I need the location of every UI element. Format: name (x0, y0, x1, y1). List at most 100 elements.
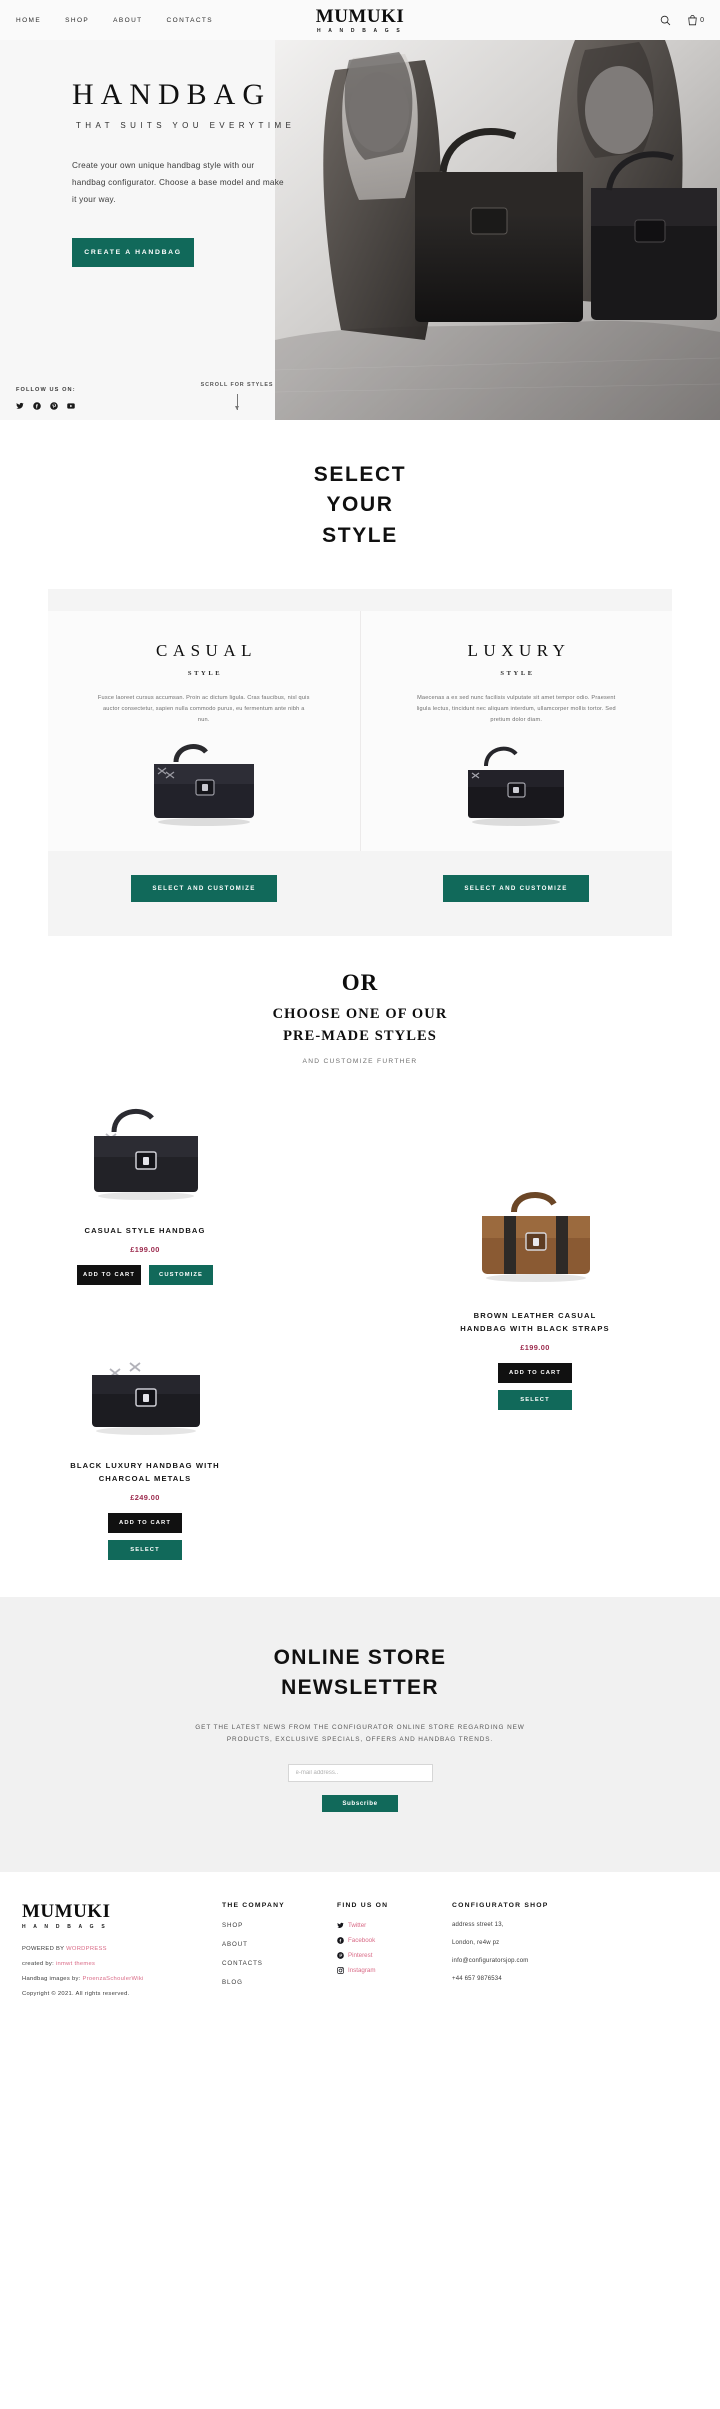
search-icon[interactable] (660, 15, 671, 26)
product-image-black-luxury (5, 1334, 285, 1444)
facebook-icon[interactable] (33, 402, 41, 410)
footer-company-links: SHOP ABOUT CONTACTS BLOG (222, 1922, 337, 1986)
product-image-brown (410, 1184, 660, 1294)
style-card-casual-text: Fusce laoreet cursus accumsan. Proin ac … (97, 695, 310, 724)
select-style-heading-line1: SELECT (313, 463, 407, 486)
header-actions: 0 (660, 14, 704, 26)
nav-item-contacts[interactable]: CONTACTS (167, 17, 213, 24)
select-button-brown[interactable]: SELECT (498, 1389, 572, 1410)
footer-twitter-link[interactable]: Twitter (337, 1922, 452, 1929)
footer-instagram-label: Instagram (348, 1967, 376, 1975)
product-actions-brown: ADD TO CART SELECT (410, 1362, 660, 1410)
cart-count: 0 (700, 16, 704, 24)
site-footer: MUMUKI H A N D B A G S POWERED BY WORDPR… (0, 1872, 720, 2025)
product-card-casual-style-handbag[interactable]: CASUAL STYLE HANDBAG £199.00 ADD TO CART… (0, 1099, 290, 1285)
premade-section-heading: OR CHOOSE ONE OF OUR PRE-MADE STYLES AND… (0, 970, 720, 1065)
cart-icon[interactable]: 0 (687, 14, 704, 26)
or-label: OR (341, 970, 379, 996)
site-logo[interactable]: MUMUKI H A N D B A G S (316, 7, 404, 34)
style-card-casual-title: CASUAL (155, 641, 257, 661)
premade-subheading: AND CUSTOMIZE FURTHER (302, 1057, 418, 1065)
style-cards-row: CASUAL STYLE Fusce laoreet cursus accums… (48, 611, 673, 852)
product-name-brown-line2: HANDBAG WITH BLACK STRAPS (460, 1323, 610, 1333)
style-card-casual-subtitle: STYLE (187, 670, 223, 678)
footer-shop-column: CONFIGURATOR SHOP address street 13, Lon… (452, 1902, 632, 2006)
newsletter-subscribe-button[interactable]: Subscribe (322, 1795, 398, 1813)
footer-company-column: THE COMPANY SHOP ABOUT CONTACTS BLOG (222, 1902, 337, 2006)
premade-heading-line1: CHOOSE ONE OF OUR (272, 1006, 448, 1023)
style-card-casual[interactable]: CASUAL STYLE Fusce laoreet cursus accums… (48, 611, 360, 852)
product-card-brown-leather[interactable]: BROWN LEATHER CASUAL HANDBAG WITH BLACK … (410, 1184, 660, 1410)
newsletter-email-input[interactable] (287, 1764, 433, 1783)
nav-item-shop[interactable]: SHOP (65, 17, 89, 24)
premade-heading: CHOOSE ONE OF OUR PRE-MADE STYLES (0, 1004, 720, 1048)
style-cards-cta-row: SELECT AND CUSTOMIZE SELECT AND CUSTOMIZ… (48, 851, 672, 937)
footer-social-links: Twitter Facebook Pinterest Instagram (337, 1922, 452, 1974)
product-name-brown: BROWN LEATHER CASUAL HANDBAG WITH BLACK … (410, 1310, 660, 1336)
youtube-icon[interactable] (67, 402, 75, 410)
footer-logo-text: MUMUKI (22, 1901, 111, 1923)
footer-shop-heading: CONFIGURATOR SHOP (452, 1902, 549, 1910)
footer-link-blog[interactable]: BLOG (222, 1979, 337, 1986)
newsletter-title: ONLINE STORE NEWSLETTER (0, 1643, 720, 1704)
customize-button-casual[interactable]: CUSTOMIZE (149, 1264, 213, 1285)
select-style-heading-line2: YOUR (326, 493, 394, 517)
product-name-black-luxury-line2: CHARCOAL METALS (98, 1473, 192, 1483)
footer-phone: +44 657 9876534 (452, 1976, 502, 1983)
style-card-luxury-image (361, 740, 673, 832)
scroll-arrow-icon (234, 394, 239, 410)
footer-created-prefix: created by: (22, 1961, 56, 1968)
select-customize-casual-button[interactable]: SELECT AND CUSTOMIZE (131, 875, 277, 903)
premade-heading-line2: PRE-MADE STYLES (283, 1028, 437, 1045)
select-customize-luxury-button[interactable]: SELECT AND CUSTOMIZE (443, 875, 589, 903)
select-style-section: SELECT YOUR STYLE CASUAL STYLE Fusce lao… (0, 420, 720, 937)
footer-wordpress-link[interactable]: WORDPRESS (66, 1946, 107, 1952)
style-card-luxury[interactable]: LUXURY STYLE Maecenas a ex sed nunc faci… (359, 611, 673, 852)
footer-images-prefix: Handbag images by: (22, 1976, 83, 1983)
footer-powered-by: POWERED BY WORDPRESS (22, 1946, 222, 1952)
footer-meta: POWERED BY WORDPRESS created by: inmwt t… (22, 1946, 222, 1997)
newsletter-section: ONLINE STORE NEWSLETTER GET THE LATEST N… (0, 1596, 720, 1873)
product-price-black-luxury: £249.00 (130, 1492, 160, 1502)
footer-pinterest-link[interactable]: Pinterest (337, 1952, 452, 1959)
hero-paragraph: Create your own unique handbag style wit… (72, 161, 284, 204)
footer-copyright: Copyright © 2021. All rights reserved. (22, 1991, 130, 1998)
footer-link-about[interactable]: ABOUT (222, 1941, 337, 1948)
hero-footer: FOLLOW US ON: SCROLL FOR STYLES (0, 382, 720, 410)
twitter-icon[interactable] (16, 402, 24, 410)
nav-item-about[interactable]: ABOUT (113, 17, 142, 24)
footer-brand-column: MUMUKI H A N D B A G S POWERED BY WORDPR… (22, 1902, 222, 2006)
footer-address-line-2: London, re4w pz (452, 1940, 500, 1947)
footer-facebook-link[interactable]: Facebook (337, 1937, 452, 1944)
product-actions-black-luxury: ADD TO CART SELECT (5, 1512, 285, 1560)
add-to-cart-button-casual[interactable]: ADD TO CART (77, 1264, 141, 1285)
create-handbag-button[interactable]: CREATE A HANDBAG (72, 238, 194, 268)
style-card-casual-image (48, 740, 360, 832)
site-header: HOME SHOP ABOUT CONTACTS MUMUKI H A N D … (0, 0, 720, 40)
product-actions-casual: ADD TO CART CUSTOMIZE (0, 1264, 290, 1285)
product-name-black-luxury-line1: BLACK LUXURY HANDBAG WITH (70, 1460, 220, 1470)
style-card-luxury-title: LUXURY (467, 641, 571, 661)
select-button-black-luxury[interactable]: SELECT (108, 1539, 182, 1560)
footer-instagram-link[interactable]: Instagram (337, 1967, 452, 1974)
scroll-label: SCROLL FOR STYLES (200, 382, 274, 388)
footer-link-shop[interactable]: SHOP (222, 1922, 337, 1929)
style-card-luxury-subtitle: STYLE (500, 670, 535, 678)
footer-images-by: Handbag images by: ProenzaSchoulerWiki (22, 1976, 222, 1982)
newsletter-form (0, 1764, 720, 1783)
page-root: HOME SHOP ABOUT CONTACTS MUMUKI H A N D … (0, 0, 720, 2025)
style-cards-wrapper: CASUAL STYLE Fusce laoreet cursus accums… (48, 589, 673, 937)
nav-item-home[interactable]: HOME (16, 17, 41, 24)
footer-twitter-label: Twitter (348, 1922, 367, 1930)
footer-images-link[interactable]: ProenzaSchoulerWiki (82, 1976, 143, 1982)
products-section: CASUAL STYLE HANDBAG £199.00 ADD TO CART… (0, 1089, 720, 1589)
product-card-black-luxury[interactable]: BLACK LUXURY HANDBAG WITH CHARCOAL METAL… (5, 1334, 285, 1560)
hero-section: HANDBAG THAT SUITS YOU EVERYTIME Create … (0, 40, 720, 420)
footer-facebook-label: Facebook (348, 1937, 376, 1945)
footer-theme-link[interactable]: inmwt themes (56, 1961, 95, 1967)
product-name-brown-line1: BROWN LEATHER CASUAL (473, 1310, 597, 1320)
add-to-cart-button-brown[interactable]: ADD TO CART (498, 1362, 572, 1383)
add-to-cart-button-black-luxury[interactable]: ADD TO CART (108, 1512, 182, 1533)
footer-link-contacts[interactable]: CONTACTS (222, 1960, 337, 1967)
pinterest-icon[interactable] (50, 402, 58, 410)
